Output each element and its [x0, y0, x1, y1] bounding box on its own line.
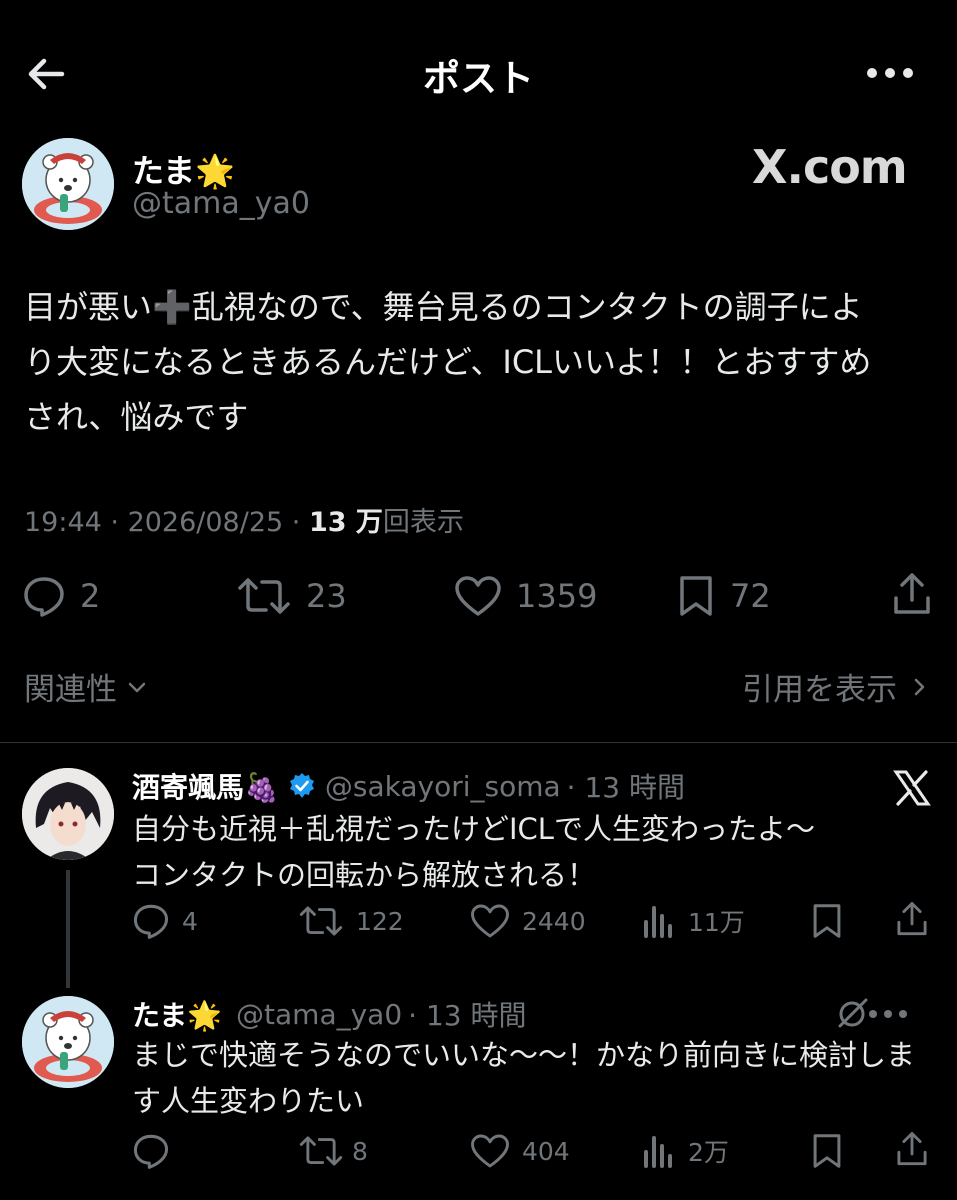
repost-icon: [238, 578, 290, 614]
bear-avatar-icon: [22, 138, 114, 230]
like-count: 1359: [516, 577, 598, 615]
reply-header: たま🌟 @tama_ya0 · 13 時間: [132, 994, 527, 1034]
bookmark-count: 72: [730, 577, 771, 615]
like-count: 2440: [522, 906, 586, 936]
x-logo-icon: [892, 768, 932, 808]
author-handle[interactable]: @tama_ya0: [132, 186, 310, 221]
bear-avatar-icon: [22, 996, 114, 1088]
repost-button[interactable]: 122: [298, 902, 404, 940]
reply-count: 4: [182, 906, 198, 936]
sort-label: 関連性: [24, 672, 117, 708]
reply-button[interactable]: 4: [132, 902, 198, 940]
repost-count: 8: [352, 1136, 368, 1166]
analytics-icon: [644, 1136, 672, 1168]
reply-text: まじで快適そうなのでいいな〜〜！かなり前向きに検討しま す人生変わりたい: [132, 1032, 922, 1124]
share-button[interactable]: [894, 900, 930, 938]
sort-dropdown[interactable]: 関連性: [24, 664, 149, 709]
reply-button[interactable]: 2: [22, 574, 100, 618]
reply-header: 酒寄颯馬🍇 @sakayori_soma · 13 時間: [132, 766, 685, 806]
divider: [0, 742, 957, 743]
share-icon: [897, 902, 927, 936]
reply-icon: [133, 904, 169, 939]
post-text-line: 目が悪い➕乱視なので、舞台見るのコンタクトの調子によ: [24, 288, 863, 326]
reply-button[interactable]: [132, 1132, 170, 1170]
reply-author-name[interactable]: たま🌟: [132, 994, 222, 1034]
watermark: X.com: [752, 140, 908, 194]
like-count: 404: [522, 1136, 570, 1166]
bookmark-button[interactable]: [810, 902, 844, 940]
more-button[interactable]: [866, 66, 914, 80]
reply-text-line: す人生変わりたい: [132, 1084, 365, 1118]
quotes-label: 引用を表示: [742, 672, 897, 708]
top-bar: ポスト: [0, 0, 957, 140]
page-title: ポスト: [423, 57, 534, 100]
avatar[interactable]: [22, 138, 114, 230]
post-time: 19:44: [24, 507, 102, 538]
heart-icon: [471, 1134, 509, 1168]
reply-text-line: 自分も近視＋乱視だったけどICLで人生変わったよ〜: [132, 812, 815, 846]
analytics-icon: [644, 906, 672, 938]
bookmark-icon: [680, 576, 712, 616]
like-button[interactable]: 404: [470, 1132, 570, 1170]
share-icon: [894, 573, 930, 614]
post-date: 2026/08/25: [127, 507, 284, 538]
views-count: 13 万: [308, 507, 383, 538]
reply-time: · 13 時間: [566, 771, 685, 804]
more-horizontal-icon: [867, 68, 913, 78]
bookmark-button[interactable]: 72: [676, 574, 771, 618]
like-button[interactable]: 2440: [470, 902, 586, 940]
verified-badge-icon: [289, 773, 314, 798]
chevron-right-icon: [914, 678, 925, 695]
view-quotes-link[interactable]: 引用を表示: [742, 664, 931, 709]
reply-author-handle[interactable]: @sakayori_soma: [325, 770, 561, 803]
reply-icon: [133, 1134, 169, 1169]
reply-text: 自分も近視＋乱視だったけどICLで人生変わったよ〜 コンタクトの回転から解放され…: [132, 806, 912, 898]
grok-icon: [838, 998, 868, 1028]
chevron-down-icon: [128, 682, 146, 692]
repost-button[interactable]: 8: [298, 1132, 368, 1170]
anime-avatar-icon: [22, 768, 114, 860]
post-text-line: され、悩みです: [24, 398, 249, 436]
post-text: 目が悪い➕乱視なので、舞台見るのコンタクトの調子によ り大変になるときあるんだけ…: [24, 280, 924, 445]
avatar[interactable]: [22, 996, 114, 1088]
views-count: 11万: [688, 908, 745, 937]
more-horizontal-icon: [869, 1010, 907, 1018]
reply-author-name[interactable]: 酒寄颯馬🍇: [132, 766, 279, 806]
heart-icon: [471, 904, 509, 938]
views-button[interactable]: 2万: [642, 1132, 729, 1170]
share-icon: [897, 1132, 927, 1166]
reply-time: · 13 時間: [408, 999, 527, 1032]
bookmark-icon: [813, 1134, 841, 1168]
views-button[interactable]: 11万: [642, 902, 745, 940]
grok-button[interactable]: [836, 996, 870, 1030]
more-button[interactable]: [868, 1008, 908, 1020]
reply-count: 2: [80, 577, 101, 615]
bookmark-icon: [813, 904, 841, 938]
reply-text-line: コンタクトの回転から解放される！: [132, 858, 597, 892]
thread-line: [66, 870, 70, 988]
like-button[interactable]: 1359: [454, 574, 597, 618]
reply-icon: [24, 577, 64, 617]
reply-author-handle[interactable]: @tama_ya0: [236, 998, 402, 1031]
views-label: 回表示: [382, 507, 464, 538]
repost-icon: [299, 1136, 343, 1166]
views-count: 2万: [688, 1138, 729, 1167]
heart-icon: [455, 576, 501, 616]
bookmark-button[interactable]: [810, 1132, 844, 1170]
avatar[interactable]: [22, 768, 114, 860]
share-button[interactable]: [894, 1130, 930, 1168]
repost-count: 122: [356, 906, 404, 936]
post-meta: 19:44 · 2026/08/25 · 13 万回表示: [24, 507, 464, 538]
repost-count: 23: [306, 577, 347, 615]
repost-icon: [299, 906, 343, 936]
repost-button[interactable]: 23: [236, 574, 347, 618]
post-text-line: り大変になるときあるんだけど、ICLいいよ！！とおすすめ: [24, 343, 872, 381]
share-button[interactable]: [890, 572, 934, 616]
reply-text-line: まじで快適そうなのでいいな〜〜！かなり前向きに検討しま: [132, 1038, 916, 1072]
